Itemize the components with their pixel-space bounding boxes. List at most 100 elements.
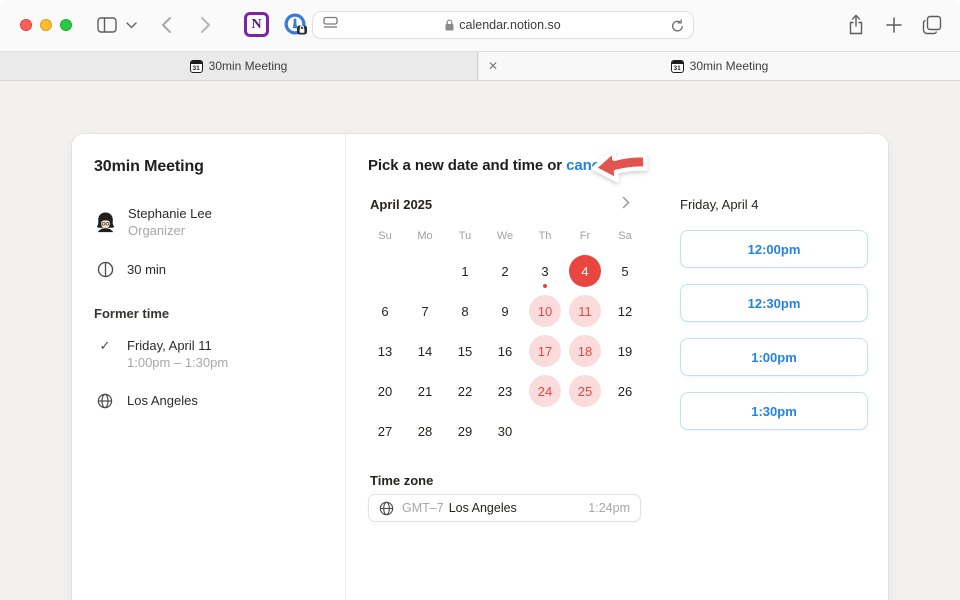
timezone-heading: Time zone — [370, 473, 433, 488]
share-icon[interactable] — [847, 14, 865, 36]
former-time-range: 1:00pm – 1:30pm — [127, 354, 228, 371]
notion-calendar-favicon: 31 — [190, 60, 203, 73]
time-slot-button[interactable]: 12:00pm — [680, 230, 868, 268]
calendar-day[interactable]: 14 — [405, 331, 445, 371]
time-slot-button[interactable]: 12:30pm — [680, 284, 868, 322]
tab-overview-icon[interactable] — [922, 15, 942, 35]
timezone-city: Los Angeles — [449, 501, 517, 515]
weekday-label: Sa — [605, 230, 645, 242]
former-time-row: ✓ Friday, April 11 1:00pm – 1:30pm — [94, 337, 323, 371]
page-content: 30min Meeting Stephanie Lee Organizer 30… — [0, 82, 960, 600]
chevron-down-icon[interactable] — [126, 22, 137, 29]
duration-value: 30 min — [127, 262, 166, 277]
former-time-heading: Former time — [94, 306, 323, 321]
calendar-empty-cell — [405, 251, 445, 291]
calendar-day[interactable]: 8 — [445, 291, 485, 331]
timezone-offset: GMT–7 — [402, 501, 444, 515]
calendar-day[interactable]: 6 — [365, 291, 405, 331]
sidebar-toggle-icon[interactable] — [97, 16, 117, 34]
weekday-label: Su — [365, 230, 405, 242]
calendar-empty-cell — [605, 411, 645, 451]
forward-button-icon[interactable] — [200, 16, 211, 34]
tab-30min-meeting-1[interactable]: 31 30min Meeting — [0, 52, 478, 80]
pick-heading: Pick a new date and time or cancel — [368, 157, 612, 174]
close-tab-icon[interactable]: ✕ — [488, 59, 498, 73]
time-slot-button[interactable]: 1:00pm — [680, 338, 868, 376]
onepassword-extension-icon[interactable] — [283, 12, 308, 37]
calendar-day[interactable]: 11 — [565, 291, 605, 331]
calendar-day[interactable]: 10 — [525, 291, 565, 331]
calendar-day[interactable]: 29 — [445, 411, 485, 451]
calendar-day[interactable]: 4 — [565, 251, 605, 291]
globe-icon — [379, 501, 394, 516]
next-month-icon[interactable] — [622, 196, 630, 214]
pointer-arrow-icon — [589, 143, 651, 192]
location-value: Los Angeles — [127, 393, 198, 408]
calendar-day[interactable]: 27 — [365, 411, 405, 451]
calendar-day[interactable]: 26 — [605, 371, 645, 411]
check-icon: ✓ — [94, 338, 116, 354]
calendar-day[interactable]: 2 — [485, 251, 525, 291]
tab-strip: 31 30min Meeting ✕ 31 30min Meeting — [0, 51, 960, 81]
new-tab-icon[interactable] — [886, 17, 902, 33]
calendar-empty-cell — [525, 411, 565, 451]
zoom-window-button[interactable] — [60, 19, 72, 31]
back-button-icon[interactable] — [161, 16, 172, 34]
time-slot-list: 12:00pm 12:30pm 1:00pm 1:30pm — [680, 230, 868, 430]
calendar-day[interactable]: 24 — [525, 371, 565, 411]
organizer-avatar — [94, 211, 117, 234]
close-window-button[interactable] — [20, 19, 32, 31]
reschedule-panel: Pick a new date and time or cancel April… — [346, 134, 888, 600]
calendar-day[interactable]: 12 — [605, 291, 645, 331]
calendar-day[interactable]: 5 — [605, 251, 645, 291]
notion-calendar-favicon: 31 — [671, 60, 684, 73]
calendar-day[interactable]: 15 — [445, 331, 485, 371]
organizer-name: Stephanie Lee — [128, 205, 212, 222]
calendar-day[interactable]: 28 — [405, 411, 445, 451]
calendar-grid: 1234567891011121314151617181920212223242… — [365, 251, 645, 451]
weekday-label: Th — [525, 230, 565, 242]
meeting-title: 30min Meeting — [94, 158, 323, 176]
calendar-day[interactable]: 13 — [365, 331, 405, 371]
calendar-day[interactable]: 30 — [485, 411, 525, 451]
minimize-window-button[interactable] — [40, 19, 52, 31]
weekday-label: Mo — [405, 230, 445, 242]
weekday-header-row: SuMoTuWeThFrSa — [365, 230, 645, 242]
time-slot-button[interactable]: 1:30pm — [680, 392, 868, 430]
page-settings-icon[interactable] — [323, 16, 338, 35]
calendar-day[interactable]: 23 — [485, 371, 525, 411]
browser-toolbar: N calendar.notion.so — [0, 0, 960, 51]
former-date: Friday, April 11 — [127, 337, 228, 354]
address-bar[interactable]: calendar.notion.so — [312, 11, 694, 39]
calendar-day[interactable]: 22 — [445, 371, 485, 411]
tab-30min-meeting-2[interactable]: ✕ 31 30min Meeting — [479, 52, 960, 80]
selected-date-label: Friday, April 4 — [680, 197, 759, 212]
location-row: Los Angeles — [94, 392, 323, 409]
globe-icon — [94, 393, 116, 409]
calendar-day[interactable]: 19 — [605, 331, 645, 371]
timezone-selector[interactable]: GMT–7 Los Angeles 1:24pm — [368, 494, 641, 522]
booking-card: 30min Meeting Stephanie Lee Organizer 30… — [72, 134, 888, 600]
calendar-empty-cell — [565, 411, 605, 451]
calendar-day[interactable]: 18 — [565, 331, 605, 371]
calendar-day[interactable]: 16 — [485, 331, 525, 371]
calendar-day[interactable]: 20 — [365, 371, 405, 411]
calendar-day[interactable]: 3 — [525, 251, 565, 291]
meeting-summary-panel: 30min Meeting Stephanie Lee Organizer 30… — [72, 134, 346, 600]
calendar-day[interactable]: 7 — [405, 291, 445, 331]
url-text: calendar.notion.so — [459, 18, 560, 32]
calendar-day[interactable]: 21 — [405, 371, 445, 411]
month-label: April 2025 — [370, 197, 432, 212]
pick-heading-text: Pick a new date and time or — [368, 157, 562, 174]
browser-window: N calendar.notion.so — [0, 0, 960, 600]
reload-icon[interactable] — [671, 19, 684, 38]
notion-extension-icon[interactable]: N — [244, 12, 269, 37]
weekday-label: Fr — [565, 230, 605, 242]
calendar-day[interactable]: 17 — [525, 331, 565, 371]
lock-icon — [445, 19, 454, 31]
notion-letter: N — [247, 15, 266, 34]
calendar-day[interactable]: 25 — [565, 371, 605, 411]
weekday-label: Tu — [445, 230, 485, 242]
calendar-day[interactable]: 1 — [445, 251, 485, 291]
calendar-day[interactable]: 9 — [485, 291, 525, 331]
